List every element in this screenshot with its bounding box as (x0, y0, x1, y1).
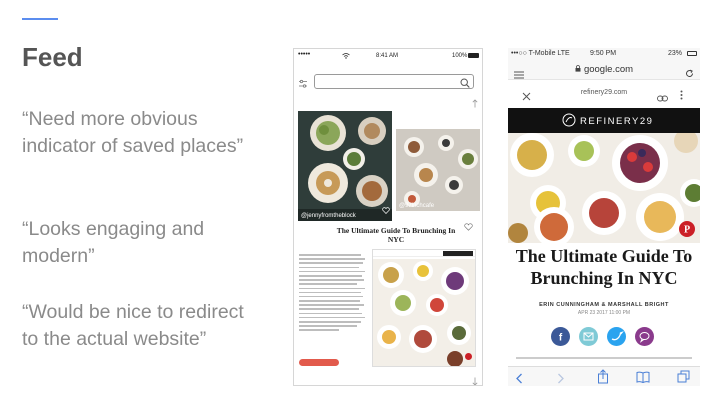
card-title[interactable]: The Ultimate Guide To Brunching In NYC (336, 226, 456, 244)
sliders-icon[interactable] (298, 76, 308, 94)
site-header: REFINERY29 (508, 108, 700, 133)
feed-image-brunch-1[interactable]: @jennyfromtheblock (298, 111, 392, 221)
search-row (294, 71, 482, 108)
carrier-indicator: •••○○ T-Mobile LTE (511, 50, 570, 57)
browser-toolbar (508, 366, 700, 386)
url-display[interactable]: google.com (508, 64, 700, 75)
back-arrow-icon[interactable] (515, 371, 523, 386)
slide-title: Feed (22, 42, 83, 72)
reload-icon[interactable] (685, 65, 694, 83)
quote-redirect-website: “Would be nice to redirect to the actual… (22, 301, 244, 350)
refinery29-logo-icon (562, 113, 576, 132)
twitter-share-button[interactable] (607, 327, 626, 346)
battery-level: 100% (452, 53, 468, 59)
article-date: APR 23 2017 11:00 PM (577, 310, 631, 316)
battery-icon (687, 51, 697, 56)
battery-icon (468, 53, 479, 58)
amp-header: refinery29.com (508, 82, 700, 104)
article-author: ERIN CUNNINGHAM & MARSHALL BRIGHT (539, 302, 669, 308)
email-share-button[interactable] (579, 327, 598, 346)
scroll-up-arrow-icon[interactable] (472, 95, 478, 113)
feed-image-brunch-2[interactable]: @97inchcafe (396, 129, 480, 211)
tabs-icon[interactable] (677, 370, 690, 386)
signal-indicator: ••••• (298, 51, 311, 58)
read-more-button[interactable] (299, 359, 339, 366)
feed-screenshot: ••••• 8:41 AM 100% @jennyfromtheblock @9… (293, 48, 483, 386)
battery-level: 23% (668, 50, 683, 57)
bookmarks-icon[interactable] (636, 370, 650, 386)
preview-nav (443, 251, 473, 256)
wifi-icon (342, 53, 350, 61)
status-time: 8:41 AM (376, 53, 399, 59)
pinterest-save-button[interactable]: P (679, 221, 695, 237)
svg-text:P: P (684, 225, 690, 236)
quote-saved-places: “Need more obvious indicator of saved pl… (22, 108, 244, 157)
link-icon[interactable] (657, 89, 668, 107)
website-preview[interactable] (372, 249, 476, 367)
heart-save-icon[interactable] (464, 218, 473, 236)
search-icon[interactable] (460, 76, 470, 94)
image-credit: @97inchcafe (399, 203, 435, 209)
pin-button[interactable] (465, 353, 472, 360)
browser-url-bar[interactable]: google.com (508, 60, 700, 80)
facebook-share-button[interactable]: f (551, 327, 570, 346)
accent-line (22, 18, 58, 20)
more-options-icon[interactable] (680, 87, 683, 105)
article-hero-image: P (508, 133, 700, 243)
forward-arrow-icon[interactable] (557, 371, 565, 386)
svg-text:f: f (559, 333, 563, 344)
site-brand: REFINERY29 (580, 116, 654, 127)
status-bar: •••○○ T-Mobile LTE 9:50 PM 23% (508, 48, 700, 60)
image-credit: @jennyfromtheblock (301, 213, 356, 219)
article-body-preview (516, 357, 692, 360)
comment-share-button[interactable] (635, 327, 654, 346)
source-url: refinery29.com (580, 89, 628, 96)
lock-icon (575, 64, 581, 75)
search-input[interactable] (314, 74, 474, 89)
heart-save-icon[interactable] (382, 201, 390, 219)
website-screenshot: •••○○ T-Mobile LTE 9:50 PM 23% google.co… (508, 48, 700, 386)
status-time: 9:50 PM (590, 50, 617, 57)
status-bar: ••••• 8:41 AM 100% (294, 49, 482, 63)
share-icon[interactable] (597, 369, 609, 386)
url-text: google.com (583, 64, 634, 76)
article-title: The Ultimate Guide To Brunching In NYC (515, 246, 693, 288)
article-preview-text (299, 254, 369, 334)
scroll-down-arrow-icon[interactable] (472, 373, 478, 385)
quote-engaging-modern: “Looks engaging and modern” (22, 218, 205, 267)
